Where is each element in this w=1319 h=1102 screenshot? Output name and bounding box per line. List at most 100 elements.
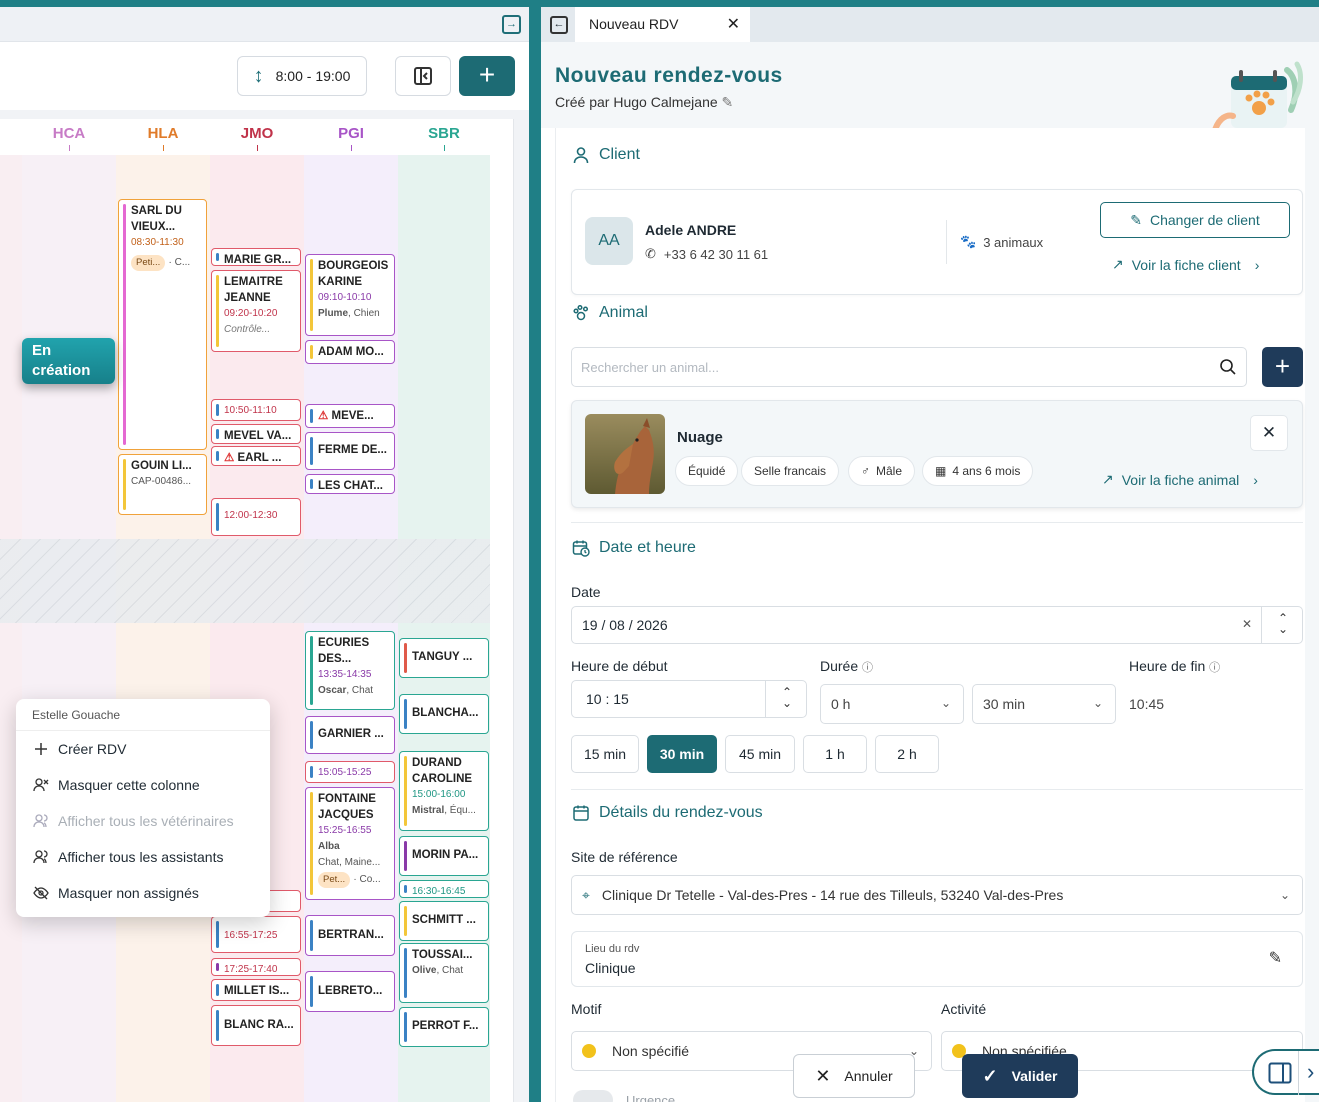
stepper-icon[interactable]: ⌃ ⌄ [782,686,792,709]
preset-30min[interactable]: 30 min [647,735,717,773]
appointment-card[interactable]: GOUIN LI... CAP-00486... [118,454,207,515]
appointment-card[interactable]: 12:00-12:30 [211,498,301,536]
menu-item-label: Afficher tous les assistants [58,849,224,865]
appointment-card[interactable]: GARNIER ... [305,716,395,754]
site-select[interactable]: ⌖ Clinique Dr Tetelle - Val-des-Pres - 1… [571,875,1303,915]
appointment-card[interactable]: TOUSSAI... Olive, Chat [399,943,489,1003]
appointment-card[interactable]: 17:25-17:40 [211,958,301,976]
appointment-card[interactable]: TANGUY ... [399,638,489,678]
form-scroll-area[interactable]: Client AA Adele ANDRE ✆ +33 6 42 30 11 61… [555,128,1319,1102]
change-client-button[interactable]: ✎ Changer de client [1100,202,1290,238]
validate-button[interactable]: ✓ Valider [962,1054,1078,1098]
lieu-label: Lieu du rdv [585,943,640,955]
appointment-card[interactable]: FERME DE... [305,432,395,470]
appointment-card[interactable]: LES CHAT... [305,474,395,494]
column-context-menu: Estelle Gouache Créer RDV Masquer cette … [16,699,270,917]
appointment-card[interactable]: SCHMITT ... [399,901,489,941]
appointment-card[interactable]: BLANC RA... [211,1005,301,1046]
appointment-time: 16:30-16:45 [412,886,466,897]
appointment-card[interactable]: FONTAINE JACQUES 15:25-16:55 Alba Chat, … [305,787,395,900]
status-dot-icon [582,1044,596,1058]
animal-name: Oscar [318,685,347,696]
date-input[interactable]: 19 / 08 / 2026 ✕ ⌃ ⌄ [571,606,1303,644]
tab-nouveau-rdv[interactable]: Nouveau RDV ✕ [575,7,750,42]
column-hca[interactable] [22,155,116,1102]
appointment-card[interactable]: ADAM MO... [305,340,395,364]
preset-1h[interactable]: 1 h [803,735,867,773]
clear-icon[interactable]: ✕ [1242,617,1252,631]
appointment-card[interactable]: SARL DU VIEUX... 08:30-11:30 Peti... · C… [118,199,207,450]
appointment-card[interactable]: ECURIES DES... 13:35-14:35 Oscar, Chat [305,631,395,710]
animal-card: Nuage Équidé Selle francais ♂ Mâle ▦ 4 ans… [571,400,1303,508]
appointment-card[interactable]: 16:55-17:25 [211,916,301,953]
chevron-down-icon: ⌄ [1279,888,1290,902]
schedule-grid: HCA HLA JMO PGI SBR SARL DU VIEUX... 08:… [0,119,514,1102]
panel-icon[interactable] [1268,1062,1292,1084]
toggle-sidebar-button[interactable] [395,56,451,96]
appointment-card[interactable]: 15:05-15:25 [305,761,395,783]
appointment-card[interactable]: LEMAITRE JEANNE 09:20-10:20 Contrôle... [211,270,301,352]
appointment-card[interactable]: 16:30-16:45 [399,880,489,898]
remove-animal-button[interactable]: ✕ [1250,415,1288,451]
appointment-title: FONTAINE JACQUES [318,793,376,821]
animal-search-input[interactable]: Rechercher un animal... [571,347,1247,387]
appointment-card[interactable]: ⚠ EARL ... [211,446,301,466]
menu-item-hide-column[interactable]: Masquer cette colonne [16,767,270,803]
appointment-title: MEVE... [331,410,374,422]
expand-panel-icon[interactable]: → [502,15,521,34]
appointment-title: LEMAITRE JEANNE [224,276,283,304]
client-animals-count: 🐾 3 animaux [960,234,1043,250]
appointment-card[interactable]: LEBRETO... [305,971,395,1012]
motif-label: Motif [571,1001,602,1017]
divider [946,220,947,264]
hours-range-button[interactable]: ↕ 8:00 - 19:00 [237,56,367,96]
lieu-rdv-field[interactable]: Lieu du rdv Clinique ✎ [571,931,1303,987]
preset-15min[interactable]: 15 min [571,735,639,773]
menu-item-show-assistants[interactable]: Afficher tous les assistants [16,839,270,875]
appointment-card[interactable]: MORIN PA... [399,836,489,876]
appointment-title: SARL DU VIEUX... [131,205,182,233]
view-client-link[interactable]: ↗ Voir la fiche client › [1112,256,1259,273]
pencil-icon[interactable]: ✎ [1269,948,1282,968]
menu-item-hide-unassigned[interactable]: Masquer non assignés [16,875,270,911]
collapse-panel-icon[interactable]: ← [550,16,568,34]
urgence-toggle[interactable] [573,1090,613,1102]
appointment-time: 12:00-12:30 [224,510,278,521]
stepper-icon[interactable]: ⌃ ⌄ [1278,612,1288,635]
appointment-card[interactable]: BERTRAN... [305,915,395,956]
appointment-title: BLANC RA... [224,1019,294,1031]
pencil-icon[interactable]: ✎ [722,94,734,110]
created-by-text: Créé par Hugo Calmejane [555,94,718,110]
duration-minutes-select[interactable]: 30 min ⌄ [972,684,1116,724]
section-animal: Animal [572,304,648,322]
close-icon[interactable]: ✕ [727,7,740,42]
cancel-button[interactable]: ✕ Annuler [793,1054,915,1098]
chip-label: 4 ans 6 mois [952,464,1021,478]
menu-item-create-rdv[interactable]: Créer RDV [16,731,270,767]
appointment-card[interactable]: BLANCHA... [399,694,489,734]
appointment-card[interactable]: MEVEL VA... [211,424,301,444]
appointment-card[interactable]: 10:50-11:10 [211,399,301,421]
add-animal-button[interactable]: + [1262,347,1303,387]
appointment-card[interactable]: ⚠ MEVE... [305,404,395,428]
preset-2h[interactable]: 2 h [875,735,939,773]
start-time-input[interactable]: 10 : 15 ⌃ ⌄ [571,680,807,718]
preset-45min[interactable]: 45 min [725,735,795,773]
appointment-card[interactable]: PERROT F... [399,1007,489,1047]
view-animal-link[interactable]: ↗ Voir la fiche animal › [1102,471,1258,488]
appointment-card[interactable]: DURAND CAROLINE 15:00-16:00 Mistral, Équ… [399,751,489,831]
menu-item-show-vets[interactable]: Afficher tous les vétérinaires [16,803,270,839]
start-time-label: Heure de début [571,658,668,674]
duration-hours-select[interactable]: 0 h ⌄ [820,684,964,724]
age-chip: ▦ 4 ans 6 mois [922,456,1034,486]
appointment-card[interactable]: MILLET IS... [211,979,301,1001]
appointment-card[interactable]: MARIE GR... [211,248,301,266]
add-appointment-button[interactable]: + [459,56,515,96]
column-header: HLA [116,119,210,155]
appointment-time: 15:25-16:55 [318,825,372,836]
chevron-right-icon[interactable]: › [1307,1059,1314,1085]
en-creation-badge[interactable]: En création [22,338,115,384]
sex-chip: ♂ Mâle [848,456,916,486]
end-time-value: 10:45 [1129,696,1165,712]
appointment-card[interactable]: BOURGEOIS KARINE 09:10-10:10 Plume, Chie… [305,254,395,336]
